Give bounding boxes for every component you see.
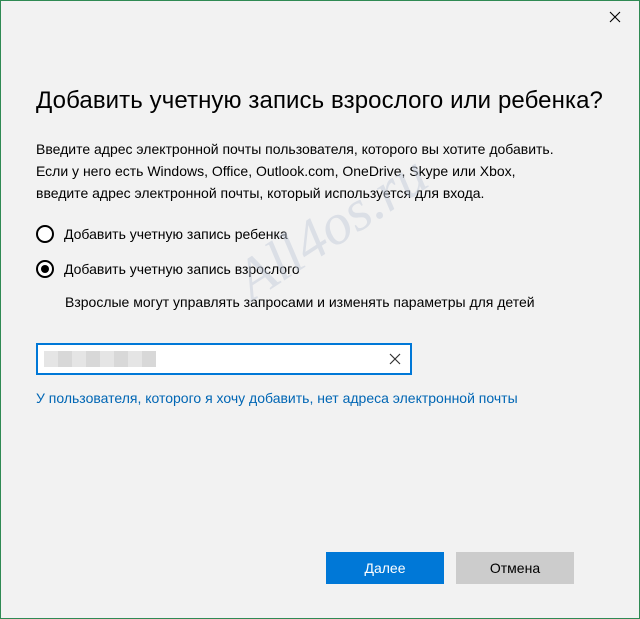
dialog-window: Добавить учетную запись взрослого или ре… — [0, 0, 640, 619]
no-email-link[interactable]: У пользователя, которого я хочу добавить… — [36, 390, 518, 406]
email-field[interactable] — [38, 345, 394, 373]
radio-adult-account[interactable]: Добавить учетную запись взрослого — [36, 260, 300, 278]
description-line: Если у него есть Windows, Office, Outloo… — [36, 163, 516, 179]
adult-hint: Взрослые могут управлять запросами и изм… — [65, 294, 535, 310]
dialog-description: Введите адрес электронной почты пользова… — [36, 138, 606, 204]
radio-child-account[interactable]: Добавить учетную запись ребенка — [36, 225, 288, 243]
dialog-title: Добавить учетную запись взрослого или ре… — [36, 87, 603, 114]
email-field-box[interactable] — [36, 343, 412, 375]
close-button[interactable] — [592, 2, 638, 32]
cancel-button[interactable]: Отмена — [456, 552, 574, 584]
radio-child-label: Добавить учетную запись ребенка — [64, 226, 288, 242]
radio-adult-label: Добавить учетную запись взрослого — [64, 261, 300, 277]
close-icon — [609, 11, 621, 23]
next-button[interactable]: Далее — [326, 552, 444, 584]
radio-adult-indicator[interactable] — [36, 260, 54, 278]
description-line: Введите адрес электронной почты пользова… — [36, 141, 554, 157]
description-line: введите адрес электронной почты, который… — [36, 185, 485, 201]
radio-child-indicator[interactable] — [36, 225, 54, 243]
clear-icon[interactable] — [388, 352, 402, 366]
